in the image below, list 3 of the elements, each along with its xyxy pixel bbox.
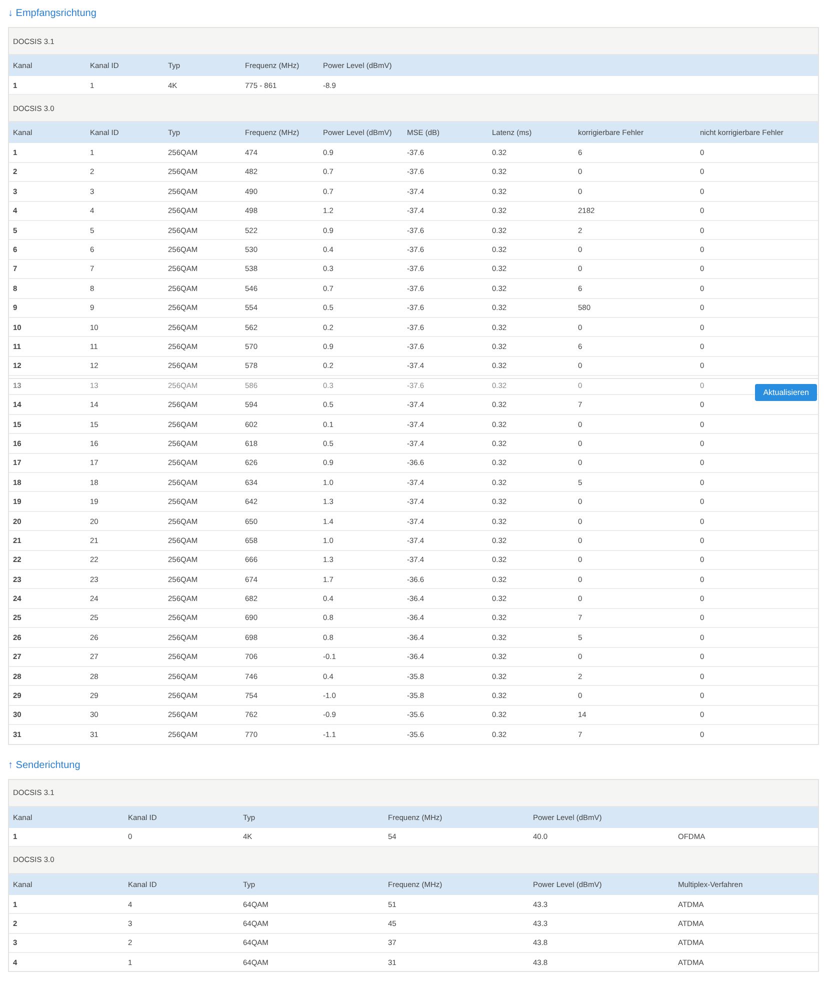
- section-title: ↓ Empfangsrichtung: [8, 7, 98, 21]
- section-title: ↑ Senderichtung: [8, 758, 82, 772]
- refresh-button[interactable]: Aktualisieren: [755, 384, 817, 402]
